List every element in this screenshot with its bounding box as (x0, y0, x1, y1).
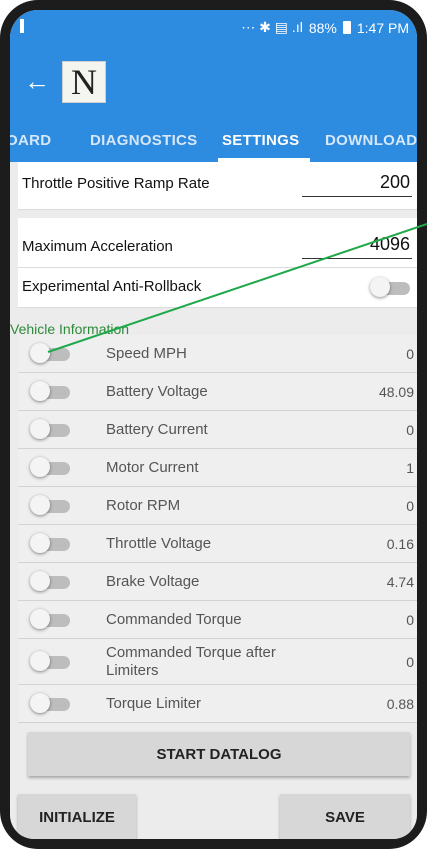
vehicle-info-label: Rotor RPM (106, 497, 181, 514)
vehicle-info-row: Commanded Torque 0 (18, 601, 417, 639)
toggle-thumb (30, 457, 50, 477)
tab-diagnostics[interactable]: DIAGNOSTICS (90, 132, 197, 149)
vehicle-info-label: Battery Current (106, 421, 208, 438)
back-arrow-icon[interactable]: ← (24, 68, 50, 94)
vehicle-info-value: 0.16 (386, 536, 414, 552)
vehicle-info-row: Throttle Voltage 0.16 (18, 525, 417, 563)
vehicle-info-row: Brake Voltage 4.74 (18, 563, 417, 601)
vehicle-info-label: Commanded Torque (106, 611, 242, 628)
vehicle-info-row: Battery Current 0 (18, 411, 417, 449)
setting-row-throttle-ramp: Throttle Positive Ramp Rate 200 (18, 162, 417, 210)
initialize-button[interactable]: INITIALIZE (18, 794, 136, 839)
vehicle-info-label: Speed MPH (106, 345, 187, 362)
tab-download[interactable]: DOWNLOAD (325, 132, 417, 149)
vehicle-info-row: Rotor RPM 0 (18, 487, 417, 525)
vehicle-info-value: 0 (406, 654, 414, 670)
start-datalog-button[interactable]: START DATALOG (28, 732, 410, 776)
datalog-toggle[interactable] (30, 419, 70, 439)
datalog-toggle[interactable] (30, 381, 70, 401)
vehicle-info-value: 0 (406, 498, 414, 514)
status-bar: ⋯ ✱ ▤ .ıl 88% 1:47 PM (10, 10, 417, 44)
app-bar: ← N (10, 44, 417, 118)
vehicle-info-row: Speed MPH 0 (18, 335, 417, 373)
setting-label: Maximum Acceleration (22, 238, 173, 255)
vehicle-info-value: 1 (406, 460, 414, 476)
setting-row-max-acceleration: Maximum Acceleration 4096 (18, 218, 417, 268)
signal-icons: ⋯ ✱ ▤ .ıl (241, 19, 303, 35)
input-underline (302, 196, 412, 197)
battery-level: 88% (308, 19, 337, 36)
input-underline (302, 258, 412, 259)
vehicle-info-label: Battery Voltage (106, 383, 208, 400)
vehicle-info-value: 4.74 (386, 574, 414, 590)
vehicle-info-label: Commanded Torque after Limiters (106, 644, 276, 679)
app-logo: N (62, 61, 106, 103)
toggle-thumb (30, 571, 50, 591)
notification-icon (20, 19, 24, 33)
datalog-toggle[interactable] (30, 609, 70, 629)
clock: 1:47 PM (356, 19, 409, 36)
screen: ⋯ ✱ ▤ .ıl 88% 1:47 PM ← N OARD DIAGNOSTI… (10, 10, 417, 839)
vehicle-info-label: Brake Voltage (106, 573, 200, 590)
vehicle-info-value: 48.09 (378, 384, 414, 400)
vehicle-info-label: Throttle Voltage (106, 535, 212, 552)
status-icons: ⋯ ✱ ▤ .ıl 88% 1:47 PM (241, 19, 409, 36)
setting-row-anti-rollback: Experimental Anti-Rollback (18, 268, 417, 308)
vehicle-info-row: Commanded Torque after Limiters 0 (18, 639, 417, 685)
vehicle-info-label: Motor Current (106, 459, 199, 476)
vehicle-info-value: 0 (406, 612, 414, 628)
phone-frame: ⋯ ✱ ▤ .ıl 88% 1:47 PM ← N OARD DIAGNOSTI… (0, 0, 427, 849)
toggle-thumb (30, 533, 50, 553)
setting-label: Experimental Anti-Rollback (22, 278, 202, 295)
save-button[interactable]: SAVE (280, 794, 410, 839)
tab-settings[interactable]: SETTINGS (222, 132, 299, 149)
datalog-toggle[interactable] (30, 571, 70, 591)
datalog-toggle[interactable] (30, 457, 70, 477)
vehicle-info-row: Battery Voltage 48.09 (18, 373, 417, 411)
datalog-toggle[interactable] (30, 343, 70, 363)
datalog-toggle[interactable] (30, 651, 70, 671)
vehicle-info-label: Torque Limiter (106, 695, 202, 712)
tab-dashboard[interactable]: OARD (10, 132, 51, 149)
toggle-thumb (30, 609, 50, 629)
battery-icon (342, 21, 351, 34)
throttle-ramp-input[interactable]: 200 (380, 172, 410, 193)
row-gap (18, 210, 417, 218)
vehicle-info-value: 0.88 (386, 696, 414, 712)
datalog-toggle[interactable] (30, 495, 70, 515)
vehicle-info-value: 0 (406, 346, 414, 362)
max-acceleration-input[interactable]: 4096 (370, 234, 410, 255)
toggle-thumb (370, 277, 390, 297)
logo-letter: N (71, 62, 97, 102)
vehicle-info-row: Motor Current 1 (18, 449, 417, 487)
vehicle-info-value: 0 (406, 422, 414, 438)
datalog-toggle[interactable] (30, 533, 70, 553)
setting-label: Throttle Positive Ramp Rate (22, 175, 210, 192)
toggle-thumb (30, 495, 50, 515)
toggle-thumb (30, 343, 50, 363)
datalog-toggle[interactable] (30, 693, 70, 713)
toggle-thumb (30, 419, 50, 439)
toggle-thumb (30, 381, 50, 401)
toggle-thumb (30, 693, 50, 713)
toggle-thumb (30, 651, 50, 671)
anti-rollback-toggle[interactable] (370, 277, 410, 297)
tab-bar: OARD DIAGNOSTICS SETTINGS DOWNLOAD (10, 118, 417, 162)
vehicle-info-row: Torque Limiter 0.88 (18, 685, 417, 723)
